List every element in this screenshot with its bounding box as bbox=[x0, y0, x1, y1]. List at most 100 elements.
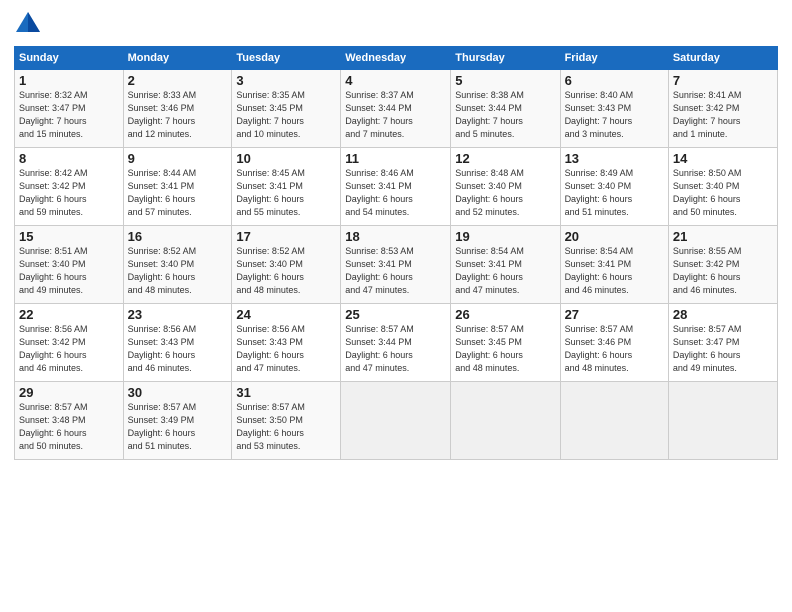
calendar-day-cell: 21Sunrise: 8:55 AM Sunset: 3:42 PM Dayli… bbox=[668, 226, 777, 304]
day-number: 24 bbox=[236, 307, 336, 322]
weekday-header-row: SundayMondayTuesdayWednesdayThursdayFrid… bbox=[15, 47, 778, 70]
calendar-day-cell: 6Sunrise: 8:40 AM Sunset: 3:43 PM Daylig… bbox=[560, 70, 668, 148]
day-number: 16 bbox=[128, 229, 228, 244]
day-info: Sunrise: 8:44 AM Sunset: 3:41 PM Dayligh… bbox=[128, 167, 228, 219]
calendar-table: SundayMondayTuesdayWednesdayThursdayFrid… bbox=[14, 46, 778, 460]
day-info: Sunrise: 8:33 AM Sunset: 3:46 PM Dayligh… bbox=[128, 89, 228, 141]
calendar-day-cell bbox=[560, 382, 668, 460]
header bbox=[14, 10, 778, 38]
day-number: 4 bbox=[345, 73, 446, 88]
day-info: Sunrise: 8:57 AM Sunset: 3:50 PM Dayligh… bbox=[236, 401, 336, 453]
calendar-day-cell: 16Sunrise: 8:52 AM Sunset: 3:40 PM Dayli… bbox=[123, 226, 232, 304]
day-info: Sunrise: 8:57 AM Sunset: 3:44 PM Dayligh… bbox=[345, 323, 446, 375]
weekday-header-saturday: Saturday bbox=[668, 47, 777, 70]
calendar-day-cell: 20Sunrise: 8:54 AM Sunset: 3:41 PM Dayli… bbox=[560, 226, 668, 304]
day-number: 29 bbox=[19, 385, 119, 400]
calendar-day-cell: 3Sunrise: 8:35 AM Sunset: 3:45 PM Daylig… bbox=[232, 70, 341, 148]
calendar-day-cell: 22Sunrise: 8:56 AM Sunset: 3:42 PM Dayli… bbox=[15, 304, 124, 382]
day-info: Sunrise: 8:41 AM Sunset: 3:42 PM Dayligh… bbox=[673, 89, 773, 141]
day-info: Sunrise: 8:46 AM Sunset: 3:41 PM Dayligh… bbox=[345, 167, 446, 219]
day-number: 21 bbox=[673, 229, 773, 244]
calendar-day-cell: 14Sunrise: 8:50 AM Sunset: 3:40 PM Dayli… bbox=[668, 148, 777, 226]
day-number: 9 bbox=[128, 151, 228, 166]
day-number: 8 bbox=[19, 151, 119, 166]
calendar-week-row: 22Sunrise: 8:56 AM Sunset: 3:42 PM Dayli… bbox=[15, 304, 778, 382]
day-number: 10 bbox=[236, 151, 336, 166]
day-number: 27 bbox=[565, 307, 664, 322]
day-info: Sunrise: 8:53 AM Sunset: 3:41 PM Dayligh… bbox=[345, 245, 446, 297]
calendar-week-row: 1Sunrise: 8:32 AM Sunset: 3:47 PM Daylig… bbox=[15, 70, 778, 148]
weekday-header-wednesday: Wednesday bbox=[341, 47, 451, 70]
day-number: 30 bbox=[128, 385, 228, 400]
calendar-week-row: 8Sunrise: 8:42 AM Sunset: 3:42 PM Daylig… bbox=[15, 148, 778, 226]
day-info: Sunrise: 8:56 AM Sunset: 3:43 PM Dayligh… bbox=[236, 323, 336, 375]
day-info: Sunrise: 8:32 AM Sunset: 3:47 PM Dayligh… bbox=[19, 89, 119, 141]
day-number: 17 bbox=[236, 229, 336, 244]
day-number: 18 bbox=[345, 229, 446, 244]
day-number: 22 bbox=[19, 307, 119, 322]
calendar-day-cell: 11Sunrise: 8:46 AM Sunset: 3:41 PM Dayli… bbox=[341, 148, 451, 226]
day-number: 1 bbox=[19, 73, 119, 88]
calendar-day-cell: 1Sunrise: 8:32 AM Sunset: 3:47 PM Daylig… bbox=[15, 70, 124, 148]
day-number: 2 bbox=[128, 73, 228, 88]
day-number: 13 bbox=[565, 151, 664, 166]
day-number: 28 bbox=[673, 307, 773, 322]
day-number: 12 bbox=[455, 151, 555, 166]
calendar-day-cell: 9Sunrise: 8:44 AM Sunset: 3:41 PM Daylig… bbox=[123, 148, 232, 226]
day-number: 23 bbox=[128, 307, 228, 322]
day-info: Sunrise: 8:40 AM Sunset: 3:43 PM Dayligh… bbox=[565, 89, 664, 141]
calendar-day-cell: 18Sunrise: 8:53 AM Sunset: 3:41 PM Dayli… bbox=[341, 226, 451, 304]
day-info: Sunrise: 8:52 AM Sunset: 3:40 PM Dayligh… bbox=[128, 245, 228, 297]
day-info: Sunrise: 8:35 AM Sunset: 3:45 PM Dayligh… bbox=[236, 89, 336, 141]
logo-icon bbox=[14, 10, 42, 38]
calendar-day-cell bbox=[451, 382, 560, 460]
calendar-week-row: 29Sunrise: 8:57 AM Sunset: 3:48 PM Dayli… bbox=[15, 382, 778, 460]
day-info: Sunrise: 8:37 AM Sunset: 3:44 PM Dayligh… bbox=[345, 89, 446, 141]
page: SundayMondayTuesdayWednesdayThursdayFrid… bbox=[0, 0, 792, 612]
calendar-day-cell: 2Sunrise: 8:33 AM Sunset: 3:46 PM Daylig… bbox=[123, 70, 232, 148]
day-info: Sunrise: 8:57 AM Sunset: 3:47 PM Dayligh… bbox=[673, 323, 773, 375]
calendar-day-cell: 8Sunrise: 8:42 AM Sunset: 3:42 PM Daylig… bbox=[15, 148, 124, 226]
day-info: Sunrise: 8:42 AM Sunset: 3:42 PM Dayligh… bbox=[19, 167, 119, 219]
day-info: Sunrise: 8:52 AM Sunset: 3:40 PM Dayligh… bbox=[236, 245, 336, 297]
day-number: 15 bbox=[19, 229, 119, 244]
day-number: 3 bbox=[236, 73, 336, 88]
calendar-day-cell: 15Sunrise: 8:51 AM Sunset: 3:40 PM Dayli… bbox=[15, 226, 124, 304]
calendar-day-cell: 25Sunrise: 8:57 AM Sunset: 3:44 PM Dayli… bbox=[341, 304, 451, 382]
day-info: Sunrise: 8:51 AM Sunset: 3:40 PM Dayligh… bbox=[19, 245, 119, 297]
calendar-day-cell bbox=[668, 382, 777, 460]
day-number: 20 bbox=[565, 229, 664, 244]
day-info: Sunrise: 8:57 AM Sunset: 3:49 PM Dayligh… bbox=[128, 401, 228, 453]
day-info: Sunrise: 8:49 AM Sunset: 3:40 PM Dayligh… bbox=[565, 167, 664, 219]
day-info: Sunrise: 8:38 AM Sunset: 3:44 PM Dayligh… bbox=[455, 89, 555, 141]
calendar-day-cell: 12Sunrise: 8:48 AM Sunset: 3:40 PM Dayli… bbox=[451, 148, 560, 226]
day-info: Sunrise: 8:48 AM Sunset: 3:40 PM Dayligh… bbox=[455, 167, 555, 219]
calendar-day-cell: 13Sunrise: 8:49 AM Sunset: 3:40 PM Dayli… bbox=[560, 148, 668, 226]
day-info: Sunrise: 8:57 AM Sunset: 3:45 PM Dayligh… bbox=[455, 323, 555, 375]
weekday-header-tuesday: Tuesday bbox=[232, 47, 341, 70]
day-number: 5 bbox=[455, 73, 555, 88]
calendar-day-cell: 31Sunrise: 8:57 AM Sunset: 3:50 PM Dayli… bbox=[232, 382, 341, 460]
calendar-day-cell: 4Sunrise: 8:37 AM Sunset: 3:44 PM Daylig… bbox=[341, 70, 451, 148]
day-number: 6 bbox=[565, 73, 664, 88]
day-info: Sunrise: 8:56 AM Sunset: 3:43 PM Dayligh… bbox=[128, 323, 228, 375]
day-number: 7 bbox=[673, 73, 773, 88]
day-info: Sunrise: 8:57 AM Sunset: 3:48 PM Dayligh… bbox=[19, 401, 119, 453]
day-info: Sunrise: 8:56 AM Sunset: 3:42 PM Dayligh… bbox=[19, 323, 119, 375]
calendar-day-cell: 23Sunrise: 8:56 AM Sunset: 3:43 PM Dayli… bbox=[123, 304, 232, 382]
weekday-header-friday: Friday bbox=[560, 47, 668, 70]
calendar-day-cell: 5Sunrise: 8:38 AM Sunset: 3:44 PM Daylig… bbox=[451, 70, 560, 148]
day-number: 19 bbox=[455, 229, 555, 244]
day-info: Sunrise: 8:45 AM Sunset: 3:41 PM Dayligh… bbox=[236, 167, 336, 219]
calendar-day-cell: 27Sunrise: 8:57 AM Sunset: 3:46 PM Dayli… bbox=[560, 304, 668, 382]
calendar-day-cell: 7Sunrise: 8:41 AM Sunset: 3:42 PM Daylig… bbox=[668, 70, 777, 148]
day-number: 26 bbox=[455, 307, 555, 322]
day-info: Sunrise: 8:55 AM Sunset: 3:42 PM Dayligh… bbox=[673, 245, 773, 297]
calendar-day-cell: 24Sunrise: 8:56 AM Sunset: 3:43 PM Dayli… bbox=[232, 304, 341, 382]
calendar-week-row: 15Sunrise: 8:51 AM Sunset: 3:40 PM Dayli… bbox=[15, 226, 778, 304]
calendar-day-cell: 29Sunrise: 8:57 AM Sunset: 3:48 PM Dayli… bbox=[15, 382, 124, 460]
day-info: Sunrise: 8:50 AM Sunset: 3:40 PM Dayligh… bbox=[673, 167, 773, 219]
calendar-day-cell: 28Sunrise: 8:57 AM Sunset: 3:47 PM Dayli… bbox=[668, 304, 777, 382]
calendar-day-cell: 17Sunrise: 8:52 AM Sunset: 3:40 PM Dayli… bbox=[232, 226, 341, 304]
calendar-day-cell: 30Sunrise: 8:57 AM Sunset: 3:49 PM Dayli… bbox=[123, 382, 232, 460]
